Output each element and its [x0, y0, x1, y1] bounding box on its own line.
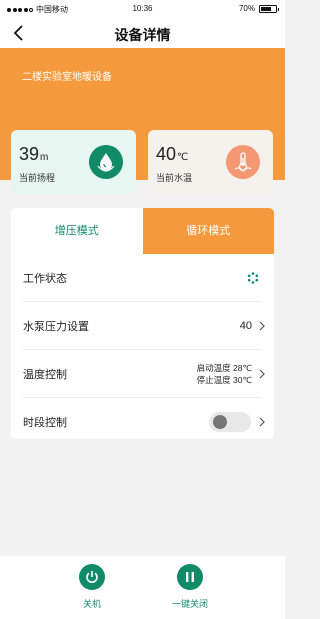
pump-pressure-label: 水泵压力设置 — [23, 321, 89, 333]
tab-boost-mode[interactable]: 增压模式 — [11, 208, 143, 254]
water-temp-value-group: 40℃ — [156, 144, 188, 165]
battery-percent: 70% — [238, 4, 255, 13]
device-name: 二楼实验室地暖设备 — [22, 72, 112, 83]
power-off-button[interactable]: 关机 — [62, 564, 122, 610]
tab-circulation-mode[interactable]: 循环模式 — [142, 208, 274, 254]
pause-icon — [177, 564, 203, 590]
lift-card: 39m 当前扬程 — [11, 130, 136, 194]
time-slot-toggle[interactable] — [209, 412, 251, 432]
lift-value-group: 39m — [19, 144, 48, 165]
water-temp-card: 40℃ 当前水温 — [148, 130, 273, 194]
time-slot-label: 时段控制 — [23, 417, 67, 429]
chevron-right-icon — [259, 369, 265, 379]
battery-icon — [259, 4, 279, 13]
work-status-label: 工作状态 — [23, 273, 67, 285]
close-all-label: 一键关闭 — [171, 599, 208, 609]
water-temp-unit: ℃ — [177, 152, 189, 163]
chevron-right-icon[interactable] — [258, 417, 266, 427]
chevron-right-icon — [259, 321, 265, 331]
temperature-values: 启动温度 28℃ 停止温度 30℃ — [197, 362, 252, 386]
power-icon — [79, 564, 105, 590]
lift-unit: m — [40, 152, 49, 163]
water-drop-icon — [89, 145, 123, 179]
action-footer: 关机 一键关闭 — [0, 556, 285, 619]
control-panel: 增压模式 循环模式 工作状态 水泵压力设置 40 温度控制 启动温度 28℃ 停… — [11, 208, 274, 439]
pump-pressure-row[interactable]: 水泵压力设置 40 — [11, 302, 274, 350]
mode-tabs: 增压模式 循环模式 — [11, 208, 274, 254]
nav-bar: 设备详情 — [0, 18, 285, 48]
start-temperature: 启动温度 28℃ — [196, 363, 252, 373]
work-status-row: 工作状态 — [11, 254, 274, 302]
temperature-control-row[interactable]: 温度控制 启动温度 28℃ 停止温度 30℃ — [11, 350, 274, 398]
power-off-label: 关机 — [82, 599, 101, 609]
spinner-icon — [247, 272, 259, 284]
thermometer-icon — [226, 145, 260, 179]
time-slot-row: 时段控制 — [11, 398, 274, 439]
lift-value: 39 — [19, 144, 40, 164]
pump-pressure-value: 40 — [239, 320, 252, 332]
close-all-button[interactable]: 一键关闭 — [160, 564, 220, 610]
water-temp-value: 40 — [156, 144, 177, 164]
battery-info: 70% — [238, 4, 279, 13]
temperature-control-label: 温度控制 — [23, 369, 67, 381]
status-bar: 中国移动 10:36 70% — [0, 0, 285, 18]
page-title: 设备详情 — [114, 27, 171, 43]
water-temp-label: 当前水温 — [156, 173, 193, 183]
stop-temperature: 停止温度 30℃ — [196, 375, 252, 385]
lift-label: 当前扬程 — [19, 173, 56, 183]
